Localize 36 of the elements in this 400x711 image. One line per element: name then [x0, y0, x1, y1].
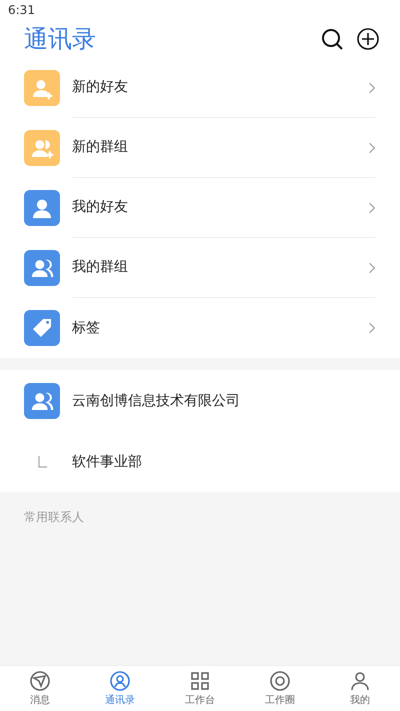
chat-icon: [28, 669, 52, 693]
branch-icon: [38, 456, 46, 468]
group-icon: [24, 383, 60, 419]
tab[interactable]: 工作台: [160, 666, 240, 711]
search-icon[interactable]: [320, 27, 344, 51]
section-title: 常用联系人: [24, 510, 84, 524]
menu-item[interactable]: 新的好友: [0, 58, 400, 118]
chevron-icon: [368, 260, 376, 274]
person-icon: [348, 669, 372, 693]
menu-item[interactable]: 我的群组: [0, 238, 400, 298]
department-item[interactable]: 软件事业部: [0, 432, 400, 492]
circle-icon: [268, 669, 292, 693]
department-name: 软件事业部: [72, 452, 142, 472]
chevron-icon: [368, 140, 376, 154]
chevron-icon: [368, 80, 376, 94]
tab[interactable]: 工作圈: [240, 666, 320, 711]
tab[interactable]: 通讯录: [80, 666, 160, 711]
menu-label: 我的群组: [72, 258, 129, 277]
grid-icon: [188, 669, 212, 693]
status-time: 6:31: [8, 2, 35, 19]
contacts-icon: [108, 669, 132, 693]
chevron-icon: [368, 200, 376, 214]
menu-item[interactable]: 标签: [0, 298, 400, 358]
page-title: 通讯录: [24, 24, 96, 55]
menu-label: 新的群组: [72, 138, 129, 157]
organization-item[interactable]: 云南创博信息技术有限公司: [0, 370, 400, 432]
menu-label: 我的好友: [72, 198, 129, 217]
menu-item[interactable]: 我的好友: [0, 178, 400, 238]
organization-name: 云南创博信息技术有限公司: [72, 392, 240, 410]
tab[interactable]: 我的: [320, 666, 400, 711]
chevron-icon: [368, 321, 376, 335]
menu-label: 新的好友: [72, 78, 129, 97]
add-icon[interactable]: [356, 27, 380, 51]
menu-label: 标签: [72, 318, 101, 338]
menu-item[interactable]: 新的群组: [0, 118, 400, 178]
tab[interactable]: 消息: [0, 666, 80, 711]
